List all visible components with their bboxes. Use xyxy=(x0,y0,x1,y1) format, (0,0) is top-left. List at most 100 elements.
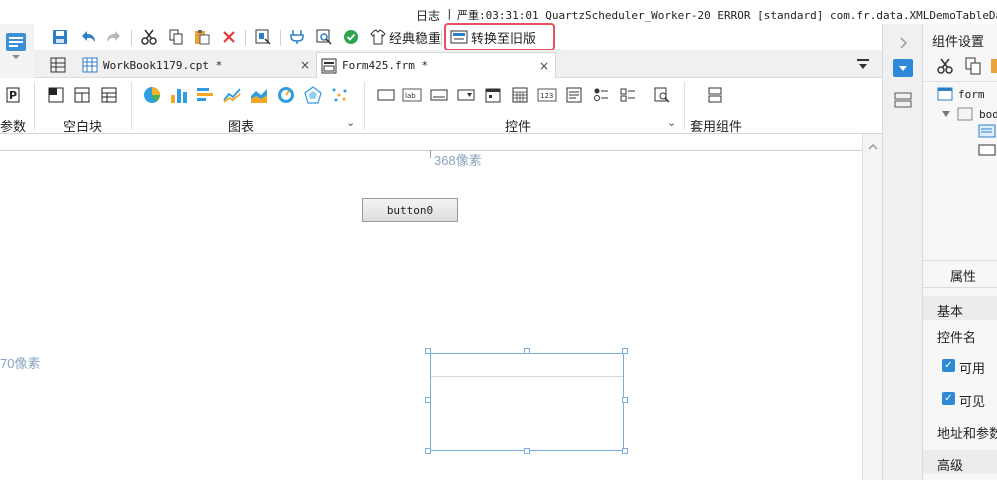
form-file-icon xyxy=(321,58,337,73)
ribbon-divider xyxy=(364,82,365,130)
parameter-group-label: 参数 xyxy=(0,119,27,134)
visible-checkbox[interactable]: ✓ xyxy=(942,392,955,405)
cut-icon[interactable] xyxy=(139,27,159,47)
toolbar-divider xyxy=(131,30,132,46)
tab-form[interactable]: Form425.frm * × xyxy=(316,52,556,78)
canvas-width-label: 368像素 xyxy=(434,153,482,168)
workbook-icon xyxy=(82,57,98,73)
tab-workbook[interactable]: WorkBook1179.cpt * × xyxy=(78,52,314,78)
close-icon[interactable]: × xyxy=(300,58,310,72)
plugin-icon[interactable] xyxy=(287,27,307,47)
label-widget-icon[interactable]: lab xyxy=(402,85,422,105)
selected-widget[interactable] xyxy=(430,353,624,451)
panel-divider xyxy=(923,81,997,82)
cut-icon[interactable] xyxy=(936,57,954,75)
log-message[interactable]: 严重:03:31:01 QuartzScheduler_Worker-20 ER… xyxy=(457,7,997,23)
panel-title: 组件设置 xyxy=(932,34,985,49)
advanced-section-header[interactable]: 高级 xyxy=(923,450,997,474)
button-node-icon[interactable] xyxy=(978,143,997,157)
app-logo-icon[interactable] xyxy=(4,31,28,61)
properties-title[interactable]: 属性 xyxy=(950,266,976,285)
date-widget-icon[interactable] xyxy=(483,85,503,105)
tab-form-label: Form425.frm * xyxy=(342,59,429,72)
resize-handle[interactable] xyxy=(622,348,628,354)
resize-handle[interactable] xyxy=(622,448,628,454)
panel-divider xyxy=(923,287,997,288)
canvas-height-label: 70像素 xyxy=(0,356,41,371)
resize-handle[interactable] xyxy=(425,448,431,454)
svg-text:lab: lab xyxy=(405,92,416,100)
paste-icon[interactable] xyxy=(192,27,212,47)
chevron-down-icon[interactable]: ⌄ xyxy=(346,116,355,129)
document-tab-bar: WorkBook1179.cpt * × Form425.frm * × xyxy=(34,50,882,78)
close-icon[interactable]: × xyxy=(539,59,549,73)
grid-layout-icon[interactable] xyxy=(99,85,119,105)
save-icon[interactable] xyxy=(50,27,70,47)
parameter-icon[interactable]: P xyxy=(3,85,23,105)
collapse-panel-icon[interactable] xyxy=(883,33,923,53)
button0-widget[interactable]: button0 xyxy=(362,198,458,222)
radar-chart-icon[interactable] xyxy=(303,85,323,105)
redo-icon[interactable] xyxy=(104,27,124,47)
text-field-widget-icon[interactable] xyxy=(429,85,449,105)
area-chart-icon[interactable] xyxy=(249,85,269,105)
advanced-section-label: 高级 xyxy=(937,458,964,473)
toolbar-divider xyxy=(441,30,442,46)
template-widget-icon[interactable] xyxy=(705,85,725,105)
chevron-down-icon[interactable]: ⌄ xyxy=(667,116,676,129)
basic-section-label: 基本 xyxy=(937,304,964,319)
line-chart-icon[interactable] xyxy=(222,85,242,105)
chart-group-label: 图表 xyxy=(228,119,255,134)
pie-chart-icon[interactable] xyxy=(142,85,162,105)
widget-settings-nav-icon[interactable] xyxy=(893,59,913,77)
tree-node-body[interactable]: bod xyxy=(979,108,997,121)
enabled-checkbox[interactable]: ✓ xyxy=(942,359,955,372)
panel-divider xyxy=(923,260,997,261)
textarea-node-icon[interactable] xyxy=(978,124,997,140)
search-widget-icon[interactable] xyxy=(652,85,672,105)
basic-section-header[interactable]: 基本 xyxy=(923,296,997,320)
resize-handle[interactable] xyxy=(622,397,628,403)
tree-node-form[interactable]: form xyxy=(958,88,985,101)
highlight-box xyxy=(444,23,555,51)
calendar-widget-icon[interactable] xyxy=(510,85,530,105)
tab-list-dropdown-icon[interactable] xyxy=(856,52,876,78)
gauge-chart-icon[interactable] xyxy=(276,85,296,105)
scroll-up-icon[interactable] xyxy=(863,140,883,154)
layout-nav-icon[interactable] xyxy=(893,91,913,109)
preview-icon[interactable] xyxy=(314,27,334,47)
undo-icon[interactable] xyxy=(78,27,98,47)
canvas-vertical-scrollbar[interactable] xyxy=(862,134,882,480)
bar-chart-icon[interactable] xyxy=(169,85,189,105)
checkbox-group-widget-icon[interactable] xyxy=(618,85,638,105)
delete-icon[interactable] xyxy=(219,27,239,47)
paste-icon[interactable] xyxy=(991,57,997,75)
number-widget-icon[interactable]: 123 xyxy=(537,85,557,105)
scatter-chart-icon[interactable] xyxy=(330,85,350,105)
tree-expand-icon[interactable] xyxy=(941,109,951,119)
copy-icon[interactable] xyxy=(964,57,982,75)
textarea-widget-icon[interactable] xyxy=(564,85,584,105)
horizontal-bar-chart-icon[interactable] xyxy=(195,85,215,105)
check-icon[interactable] xyxy=(341,27,361,47)
classic-stable-label: 经典稳重 xyxy=(389,30,442,46)
copy-icon[interactable] xyxy=(166,27,186,47)
dropdown-widget-icon[interactable] xyxy=(456,85,476,105)
template-widget-group-label: 套用组件 xyxy=(690,119,743,134)
grid-view-icon[interactable] xyxy=(50,52,72,78)
address-params-label[interactable]: 地址和参数 xyxy=(937,423,997,442)
template-search-icon[interactable] xyxy=(253,27,273,47)
tab-layout-icon[interactable] xyxy=(72,85,92,105)
log-label[interactable]: 日志 xyxy=(416,7,440,24)
resize-handle[interactable] xyxy=(425,397,431,403)
radio-group-widget-icon[interactable] xyxy=(591,85,611,105)
resize-handle[interactable] xyxy=(425,348,431,354)
toolbar-divider xyxy=(245,30,246,46)
widget-settings-panel: 组件设置 form bod 属性 基本 控件名 ✓ 可用 ✓ 可见 地址和参数 … xyxy=(922,24,997,480)
button-widget-icon[interactable] xyxy=(376,85,396,105)
width-marker xyxy=(430,150,431,158)
classic-stable-button[interactable]: 经典稳重 xyxy=(370,26,441,48)
resize-handle[interactable] xyxy=(524,448,530,454)
resize-handle[interactable] xyxy=(524,348,530,354)
absolute-layout-icon[interactable] xyxy=(46,85,66,105)
